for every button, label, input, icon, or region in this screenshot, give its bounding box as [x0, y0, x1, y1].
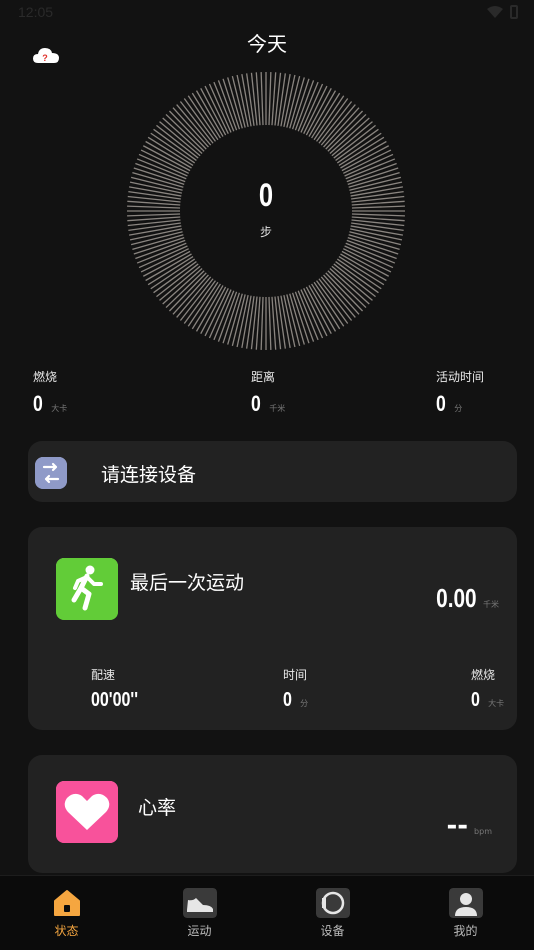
summary-burn-unit: 大卡: [51, 404, 68, 413]
summary-active-time-label: 活动时间: [436, 370, 485, 384]
status-icons: [486, 5, 518, 19]
runner-icon: [56, 558, 118, 620]
connect-device-icon: [35, 457, 67, 489]
ring-tick: [268, 296, 272, 350]
last-workout-distance-value: 0.00: [436, 583, 477, 613]
ring-tick: [268, 72, 272, 126]
summary-distance-unit: 千米: [269, 404, 286, 413]
workout-pace: 配速 00'00'': [91, 666, 150, 712]
summary-burn: 燃烧 0 大卡: [33, 368, 67, 417]
tab-mine-label: 我的: [453, 924, 478, 938]
tab-device-label: 设备: [320, 924, 345, 938]
workout-time-label: 时间: [283, 668, 308, 682]
ring-tick: [325, 272, 364, 312]
ring-tick: [351, 213, 405, 217]
bottom-tab-bar: 状态 运动 设备 我的: [0, 875, 534, 950]
workout-burn-label: 燃烧: [471, 668, 496, 682]
ring-tick: [346, 239, 397, 260]
summary-burn-label: 燃烧: [33, 370, 58, 384]
ring-tick: [271, 72, 277, 126]
last-workout-card[interactable]: 最后一次运动 0.00 千米 配速 00'00'' 时间 0 分 燃烧 0 大卡: [28, 527, 517, 730]
status-bar: 12:05: [0, 0, 534, 26]
status-time: 12:05: [18, 4, 54, 20]
ring-tick: [127, 216, 181, 222]
heart-rate-card[interactable]: 心率 -- bpm: [28, 755, 517, 873]
step-unit: 步: [259, 225, 272, 239]
watch-icon: [315, 888, 350, 918]
battery-icon: [510, 5, 518, 19]
last-workout-distance-unit: 千米: [483, 600, 499, 609]
heart-rate-value-group: -- bpm: [446, 811, 492, 841]
summary-distance-label: 距离: [251, 370, 276, 384]
ring-tick: [291, 292, 310, 344]
workout-time: 时间 0 分: [283, 666, 308, 712]
tab-status-label: 状态: [54, 924, 79, 938]
tab-status[interactable]: 状态: [0, 876, 133, 950]
workout-burn-value: 0: [471, 689, 480, 711]
page-title: 今天: [247, 32, 287, 56]
last-workout-title: 最后一次运动: [130, 572, 245, 594]
workout-pace-value: 00'00'': [91, 689, 139, 711]
ring-tick: [217, 291, 238, 342]
step-count: 0: [258, 177, 274, 213]
shoe-icon: [182, 888, 217, 918]
ring-tick: [165, 270, 205, 309]
ring-tick: [291, 78, 310, 130]
wifi-icon: [487, 6, 503, 18]
svg-text:?: ?: [42, 53, 48, 63]
connect-device-text: 请连接设备: [101, 464, 197, 486]
summary-active-time-unit: 分: [454, 404, 463, 413]
ring-tick: [327, 270, 367, 309]
ring-tick: [260, 72, 264, 126]
last-workout-distance: 0.00 千米: [426, 583, 499, 614]
ring-tick: [222, 292, 241, 344]
workout-time-unit: 分: [300, 699, 309, 708]
cloud-help-icon[interactable]: ?: [32, 46, 60, 66]
ring-tick: [325, 110, 364, 150]
workout-burn-unit: 大卡: [488, 699, 505, 708]
ring-tick: [347, 236, 399, 255]
ring-tick: [217, 80, 238, 131]
summary-burn-value: 0: [33, 391, 43, 416]
ring-tick: [165, 113, 205, 152]
summary-active-time: 活动时间 0 分: [436, 368, 484, 417]
workout-time-value: 0: [283, 689, 292, 711]
summary-distance-value: 0: [251, 391, 261, 416]
tab-sport-label: 运动: [187, 924, 212, 938]
ring-tick: [222, 78, 241, 130]
ring-tick: [260, 296, 264, 350]
heart-rate-value: --: [446, 811, 469, 841]
ring-tick: [327, 113, 367, 152]
ring-tick: [255, 72, 261, 126]
profile-icon: [448, 888, 483, 918]
ring-tick: [133, 236, 185, 255]
heart-rate-title: 心率: [138, 797, 177, 819]
ring-tick: [168, 110, 207, 150]
tab-mine[interactable]: 我的: [399, 876, 532, 950]
ring-tick: [271, 296, 277, 350]
tab-device[interactable]: 设备: [266, 876, 399, 950]
ring-tick: [168, 272, 207, 312]
summary-active-time-value: 0: [436, 391, 446, 416]
ring-tick: [294, 80, 315, 131]
ring-tick: [294, 291, 315, 342]
ring-tick: [351, 216, 405, 222]
step-ring: 0 步: [126, 71, 406, 351]
ring-tick: [127, 213, 181, 217]
workout-burn: 燃烧 0 大卡: [471, 666, 504, 712]
home-icon: [53, 890, 80, 916]
workout-pace-label: 配速: [91, 668, 116, 682]
ring-tick: [135, 239, 186, 260]
tab-sport[interactable]: 运动: [133, 876, 266, 950]
connect-device-card[interactable]: 请连接设备: [28, 441, 517, 502]
heart-rate-unit: bpm: [474, 827, 492, 836]
summary-distance: 距离 0 千米: [251, 368, 285, 417]
heart-icon: [56, 781, 118, 843]
ring-tick: [255, 296, 261, 350]
